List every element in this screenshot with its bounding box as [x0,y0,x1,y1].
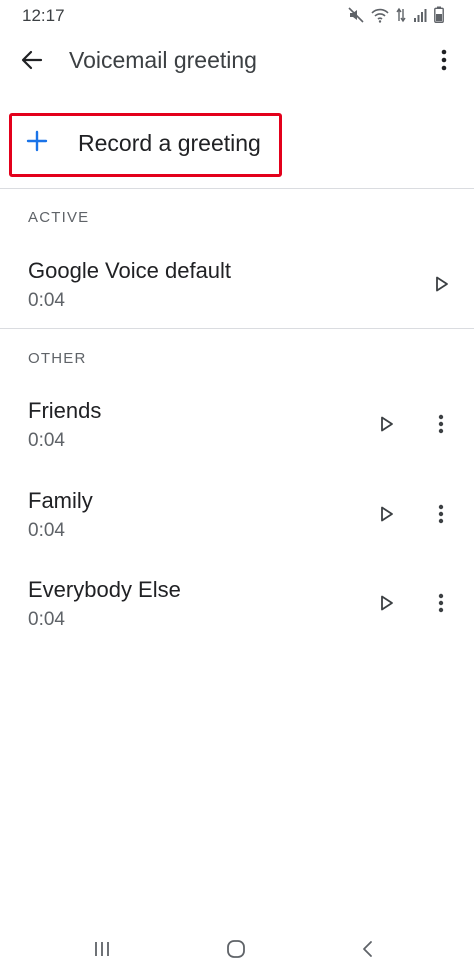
arrow-back-icon [21,50,43,70]
home-icon [227,940,245,958]
signal-icon [414,8,427,22]
status-time: 12:17 [22,6,65,25]
more-options-button[interactable] [423,585,459,621]
more-options-button[interactable] [426,42,462,78]
more-vert-icon [438,593,444,613]
more-vert-icon [438,414,444,434]
recent-apps-button[interactable] [82,929,122,969]
back-button[interactable] [14,42,50,78]
greeting-duration: 0:04 [28,520,65,541]
data-transfer-icon [396,7,406,22]
list-item[interactable]: Family 0:04 [0,478,474,548]
nav-back-button[interactable] [348,929,388,969]
play-icon [381,416,393,432]
more-options-button[interactable] [423,496,459,532]
divider [0,328,474,329]
greeting-name: Everybody Else [28,577,181,602]
page-title: Voicemail greeting [69,47,257,73]
system-nav-bar [0,925,474,973]
divider [0,188,474,189]
status-bar: 12:17 [0,0,474,32]
greeting-name: Google Voice default [28,258,232,283]
play-button[interactable] [424,266,460,302]
play-button[interactable] [369,406,405,442]
more-options-button[interactable] [423,406,459,442]
list-item[interactable]: Friends 0:04 [0,388,474,458]
play-button[interactable] [369,585,405,621]
more-vert-icon [441,49,447,71]
list-item[interactable]: Google Voice default 0:04 [0,248,474,318]
back-icon [363,941,372,957]
greeting-name: Family [28,488,93,513]
mute-icon [348,6,364,23]
record-greeting-button[interactable]: Record a greeting [9,113,282,177]
battery-icon [434,6,444,23]
greeting-name: Friends [28,398,102,423]
status-icons [348,6,444,23]
more-vert-icon [438,504,444,524]
greeting-duration: 0:04 [28,609,65,630]
plus-icon [26,130,48,152]
app-bar: Voicemail greeting [0,32,474,88]
recent-apps-icon [95,942,109,956]
wifi-icon [371,8,389,23]
greeting-duration: 0:04 [28,290,65,311]
section-header-active: ACTIVE [28,209,90,226]
play-button[interactable] [369,496,405,532]
home-button[interactable] [216,929,256,969]
play-icon [436,276,448,292]
list-item[interactable]: Everybody Else 0:04 [0,567,474,637]
greeting-duration: 0:04 [28,430,65,451]
section-header-other: OTHER [28,350,87,367]
play-icon [381,595,393,611]
record-greeting-label: Record a greeting [78,130,261,156]
play-icon [381,506,393,522]
